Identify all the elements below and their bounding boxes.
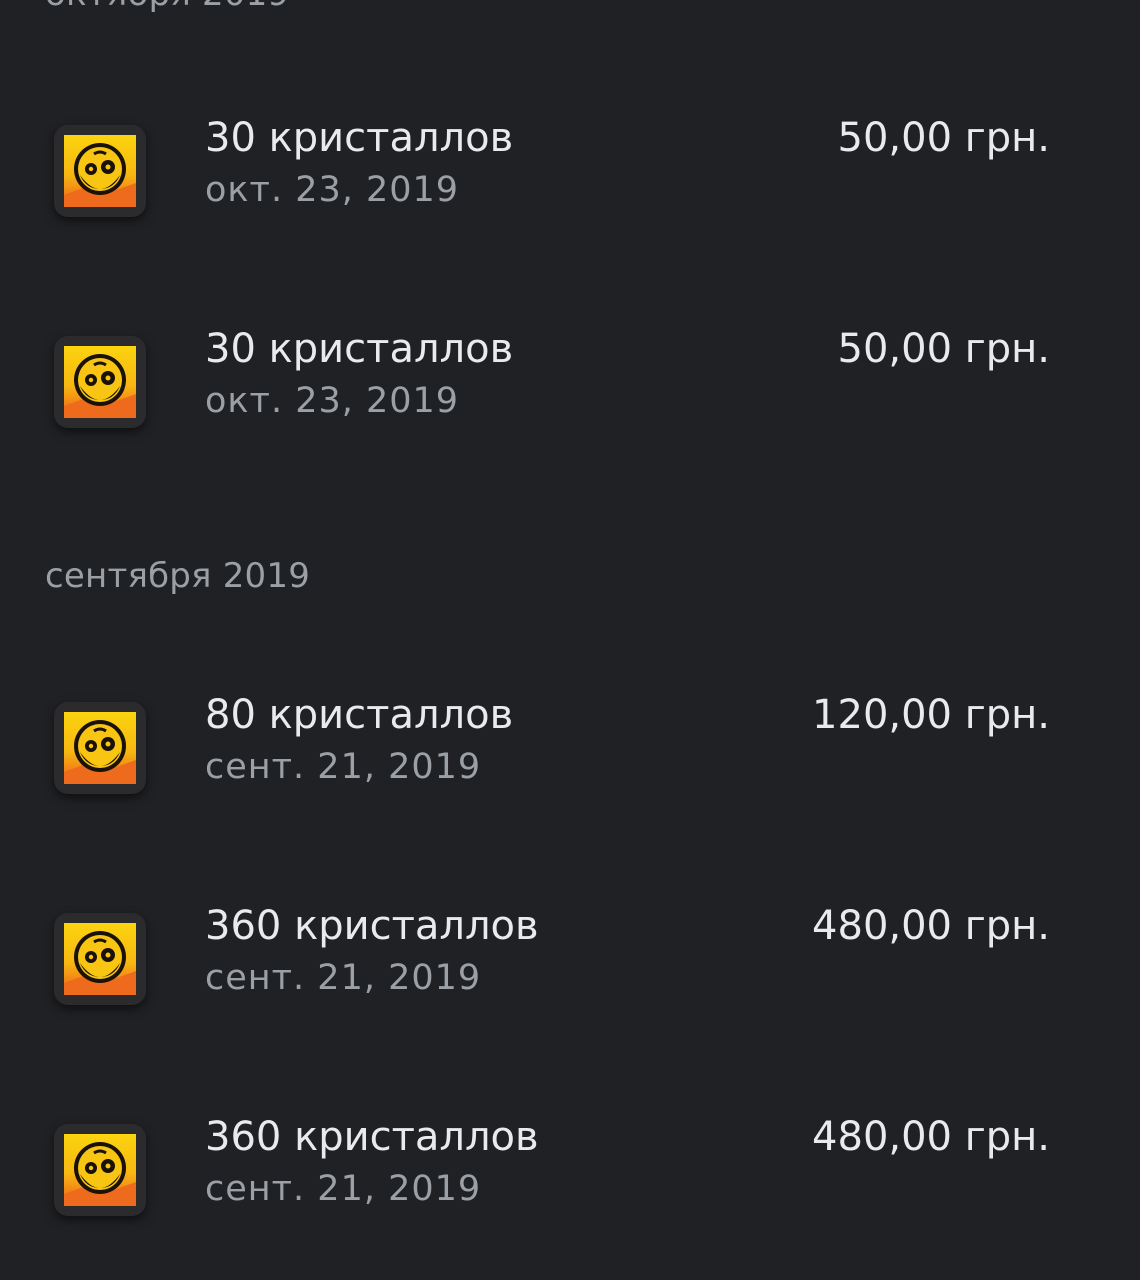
purchase-list-item[interactable]: 30 кристаллов окт. 23, 2019 50,00 грн. — [0, 281, 1140, 481]
item-date: сент. 21, 2019 — [205, 1169, 482, 1209]
section-header-october: октября 2019 — [45, 0, 289, 14]
item-price: 480,00 грн. — [812, 1114, 1050, 1160]
brawl-stars-skull-icon — [54, 702, 146, 794]
item-price: 480,00 грн. — [812, 903, 1050, 949]
purchase-list-item[interactable]: 30 кристаллов окт. 23, 2019 50,00 грн. — [0, 70, 1140, 270]
purchase-list-item[interactable]: 360 кристаллов сент. 21, 2019 480,00 грн… — [0, 858, 1140, 1058]
brawl-stars-skull-icon — [54, 125, 146, 217]
item-title: 30 кристаллов — [205, 326, 514, 372]
item-date: сент. 21, 2019 — [205, 747, 482, 787]
brawl-stars-skull-icon — [54, 913, 146, 1005]
item-title: 80 кристаллов — [205, 692, 514, 738]
item-date: сент. 21, 2019 — [205, 958, 482, 998]
item-price: 50,00 грн. — [837, 115, 1051, 161]
brawl-stars-skull-icon — [54, 1124, 146, 1216]
item-price: 120,00 грн. — [812, 692, 1050, 738]
brawl-stars-skull-icon — [54, 336, 146, 428]
item-date: окт. 23, 2019 — [205, 381, 460, 421]
item-title: 360 кристаллов — [205, 1114, 539, 1160]
section-header-september: сентября 2019 — [45, 556, 311, 596]
item-price: 50,00 грн. — [837, 326, 1051, 372]
item-title: 360 кристаллов — [205, 903, 539, 949]
item-title: 30 кристаллов — [205, 115, 514, 161]
purchase-list-item[interactable]: 360 кристаллов сент. 21, 2019 480,00 грн… — [0, 1069, 1140, 1269]
item-date: окт. 23, 2019 — [205, 170, 460, 210]
purchase-list-item[interactable]: 80 кристаллов сент. 21, 2019 120,00 грн. — [0, 647, 1140, 847]
